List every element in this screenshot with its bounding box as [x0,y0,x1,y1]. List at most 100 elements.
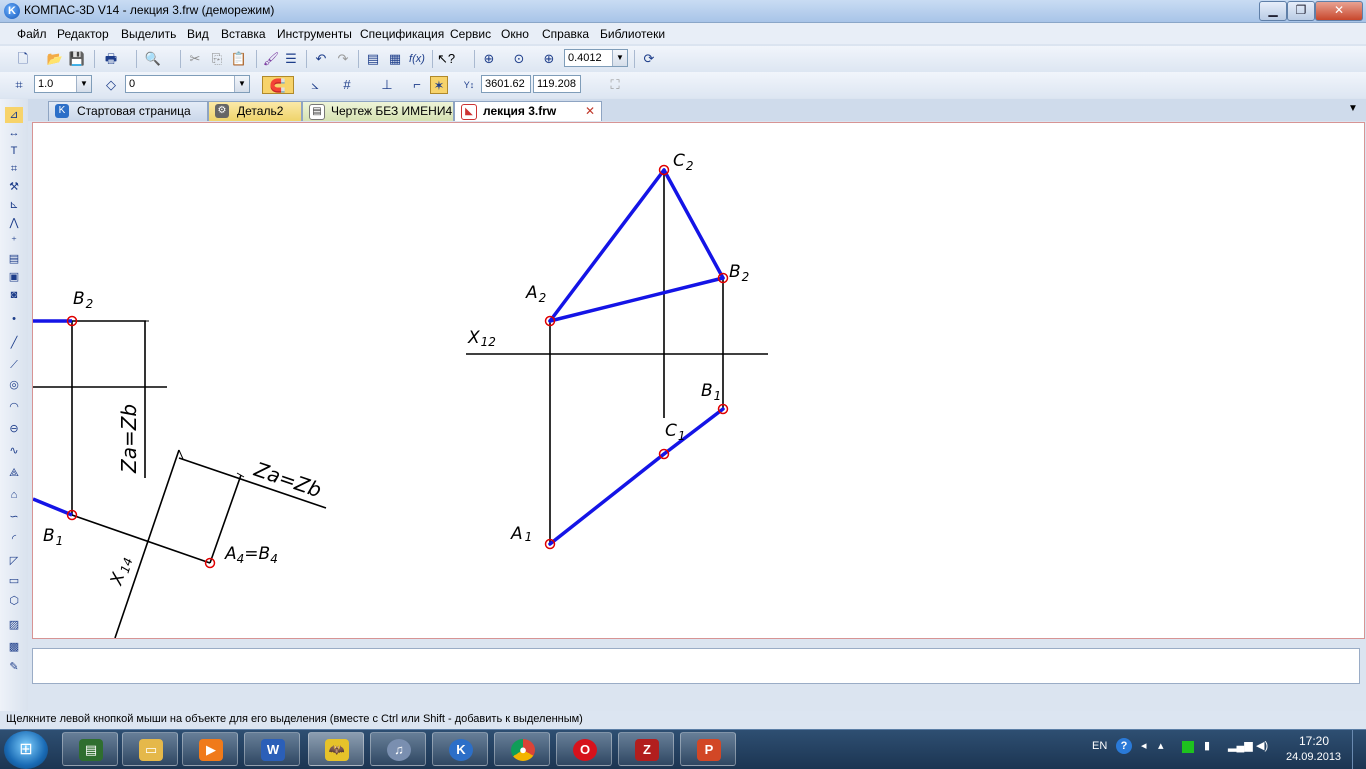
menu-libraries[interactable]: Библиотеки [600,27,665,41]
menu-specification[interactable]: Спецификация [360,27,444,41]
redo-icon[interactable]: ↷ [334,50,352,68]
fill-icon[interactable]: ▩ [5,639,23,655]
bezier-icon[interactable]: ∽ [5,509,23,525]
taskbar-task-manager[interactable]: ▤ [62,732,118,766]
clock-date[interactable]: 24.09.2013 [1286,751,1341,763]
show-desktop-button[interactable] [1352,730,1366,769]
taskbar-chrome[interactable]: ● [494,732,550,766]
measure-icon[interactable]: ⊾ [5,197,23,213]
zoom-combo[interactable]: 0.4012 ▼ [564,49,628,67]
menu-file[interactable]: Файл [17,27,47,41]
parametrization-icon[interactable]: ⚒ [5,179,23,195]
designations-icon[interactable]: T [5,143,23,159]
contour-icon[interactable]: ⌂ [5,487,23,503]
variables-icon[interactable]: ▦ [386,50,404,68]
zoom-window-icon[interactable]: ⊕ [480,50,498,68]
parameters-panel[interactable] [32,648,1360,684]
arc-icon[interactable]: ◠ [5,399,23,415]
left-edge-b1[interactable] [33,497,73,517]
open-folder-icon[interactable]: 📂 [46,50,64,68]
show-hidden-icon[interactable]: ▴ [1158,739,1164,752]
restore-button[interactable]: ❐ [1287,1,1315,21]
round-snap-icon[interactable]: ✶ [430,76,448,94]
segment-icon[interactable]: ⟋ [5,357,23,373]
taskbar-kompas[interactable]: K [432,732,488,766]
status-green-icon[interactable] [1182,741,1194,753]
coord-y-field[interactable]: 119.208 [533,75,581,93]
circle-icon[interactable]: ◎ [5,377,23,393]
manager-icon[interactable]: ▤ [364,50,382,68]
equidistant-icon[interactable]: ✎ [5,659,23,675]
taskbar-batman[interactable]: 🦇 [308,732,364,766]
zoom-in-icon[interactable]: ⊕ [540,50,558,68]
taskbar-filezilla[interactable]: Z [618,732,674,766]
print-icon[interactable]: 🖶 [102,50,120,68]
insert-icon[interactable]: ▣ [5,269,23,285]
layer-combo[interactable]: 0 ▼ [125,75,250,93]
reports-icon[interactable]: ▤ [5,251,23,267]
ellipse-icon[interactable]: ⊖ [5,421,23,437]
paste-icon[interactable]: 📋 [230,50,248,68]
help-pointer-icon[interactable]: ↖? [437,50,455,68]
polyline-icon[interactable]: ⟁ [5,465,23,481]
refresh-icon[interactable]: ⟳ [640,50,658,68]
chevron-left-icon[interactable]: ◂ [1141,739,1147,752]
language-indicator[interactable]: EN [1092,740,1107,752]
menu-tools[interactable]: Инструменты [277,27,352,41]
ortho-mode-icon[interactable]: ⌐ [408,76,426,94]
local-cs-icon[interactable]: ⊥ [378,76,396,94]
drawing-canvas[interactable]: B2 B1 Za=Zb Za=Zb X14 A4=B4 C2 B2 A2 X12… [32,122,1365,639]
clock-time[interactable]: 17:20 [1299,734,1329,748]
taskbar-powerpoint[interactable]: P [680,732,736,766]
coord-x-field[interactable]: 3601.62 [481,75,531,93]
hatch-icon[interactable]: ▨ [5,617,23,633]
menu-service[interactable]: Сервис [450,27,491,41]
spline-icon[interactable]: ∿ [5,443,23,459]
undo-icon[interactable]: ↶ [312,50,330,68]
taskbar-opera[interactable]: O [556,732,612,766]
menu-help[interactable]: Справка [542,27,589,41]
battery-icon[interactable]: ▮ [1204,739,1210,752]
layers-icon[interactable]: ◇ [102,76,120,94]
point-icon[interactable]: • [5,311,23,327]
orthogonal-icon[interactable]: ⦣ [306,76,324,94]
taskbar-media-player[interactable]: ▶ [182,732,238,766]
new-document-icon[interactable]: 🗋 [14,50,32,68]
auxiliary-line-icon[interactable]: ╱ [5,335,23,351]
tab-list-chevron-down-icon[interactable]: ▼ [1348,103,1358,114]
network-signal-icon[interactable]: ▂▄▆ [1228,739,1253,752]
taskbar-explorer[interactable]: ▭ [122,732,178,766]
print-preview-icon[interactable]: 🔍 [144,50,162,68]
menu-window[interactable]: Окно [501,27,529,41]
fillet-icon[interactable]: ◜ [5,531,23,547]
chevron-down-icon[interactable]: ▼ [76,76,91,92]
tab-part2[interactable]: ⚙ Деталь2 [208,101,302,121]
snap-grid-icon[interactable]: ⌗ [10,76,28,94]
menu-editor[interactable]: Редактор [57,27,109,41]
cut-icon[interactable]: ✂ [186,50,204,68]
chamfer-icon[interactable]: ◸ [5,553,23,569]
line-scale-combo[interactable]: 1.0 ▼ [34,75,92,93]
minimize-button[interactable]: ▁ [1259,1,1287,21]
tab-drawing-unnamed4[interactable]: ▤ Чертеж БЕЗ ИМЕНИ4 [302,101,454,121]
copy-icon[interactable]: ⎘ [208,50,226,68]
zoom-fit-icon[interactable]: ⊙ [510,50,528,68]
chevron-down-icon[interactable]: ▼ [234,76,249,92]
fx-button[interactable]: f(x) [406,50,428,68]
lock-pointer-icon[interactable]: ⛶ [606,76,624,94]
select-icon[interactable]: ⋀ [5,215,23,231]
close-icon[interactable]: ✕ [585,102,595,120]
chevron-down-icon[interactable]: ▼ [612,50,627,66]
kompas-logo-icon[interactable]: K [4,3,20,19]
properties-brush-icon[interactable]: 🖌 [262,50,280,68]
polygon-icon[interactable]: ⬡ [5,593,23,609]
dimensions-icon[interactable]: ↔ [5,125,23,141]
windows-start-icon[interactable]: ⊞ [4,731,48,769]
menu-view[interactable]: Вид [187,27,209,41]
help-icon[interactable]: ? [1116,738,1132,754]
tab-lecture3[interactable]: ◣ лекция 3.frw ✕ [454,101,602,121]
rectangle-icon[interactable]: ▭ [5,573,23,589]
taskbar-itunes[interactable]: ♫ [370,732,426,766]
menu-insert[interactable]: Вставка [221,27,266,41]
edge-a1-c1[interactable] [548,452,666,546]
